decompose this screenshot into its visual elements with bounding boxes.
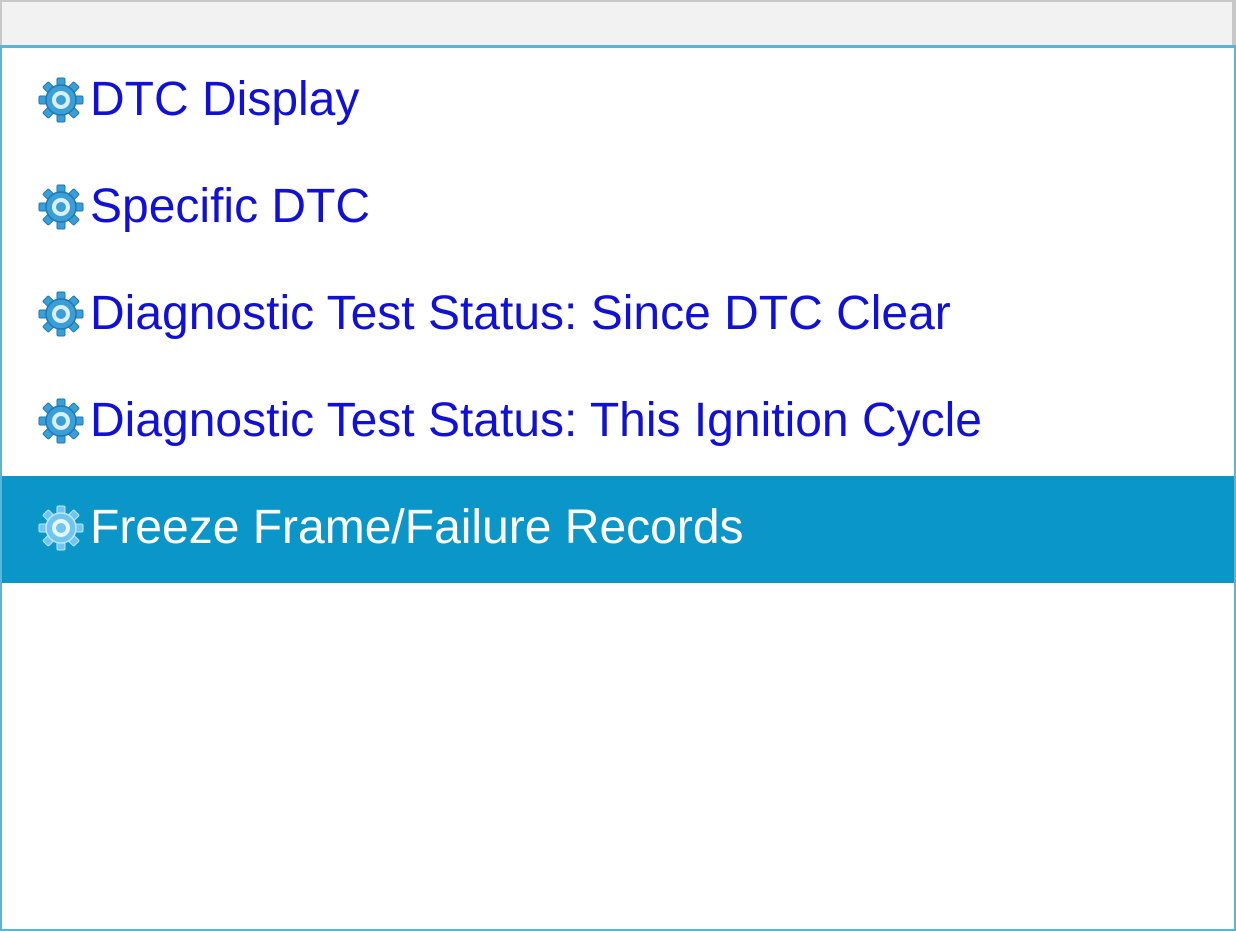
diagnostic-screen: DTC Display Specific DTC Diagnostic Test… (0, 0, 1236, 931)
menu-item-label: Diagnostic Test Status: Since DTC Clear (90, 286, 951, 340)
menu-item-label: Specific DTC (90, 179, 371, 233)
gear-icon (36, 503, 86, 553)
gear-icon (36, 75, 86, 125)
gear-icon (36, 289, 86, 339)
menu-item-test-status-since-clear[interactable]: Diagnostic Test Status: Since DTC Clear (2, 262, 1234, 369)
menu-item-freeze-frame[interactable]: Freeze Frame/Failure Records (2, 476, 1234, 583)
menu-item-test-status-ignition-cycle[interactable]: Diagnostic Test Status: This Ignition Cy… (2, 369, 1234, 476)
menu-item-label: Diagnostic Test Status: This Ignition Cy… (90, 393, 982, 447)
gear-icon (36, 182, 86, 232)
title-bar (0, 0, 1236, 47)
menu-panel: DTC Display Specific DTC Diagnostic Test… (0, 45, 1236, 931)
menu-item-dtc-display[interactable]: DTC Display (2, 48, 1234, 155)
menu-item-label: Freeze Frame/Failure Records (90, 500, 744, 554)
menu-item-specific-dtc[interactable]: Specific DTC (2, 155, 1234, 262)
gear-icon (36, 396, 86, 446)
function-menu: DTC Display Specific DTC Diagnostic Test… (2, 48, 1234, 583)
menu-item-label: DTC Display (90, 72, 360, 126)
